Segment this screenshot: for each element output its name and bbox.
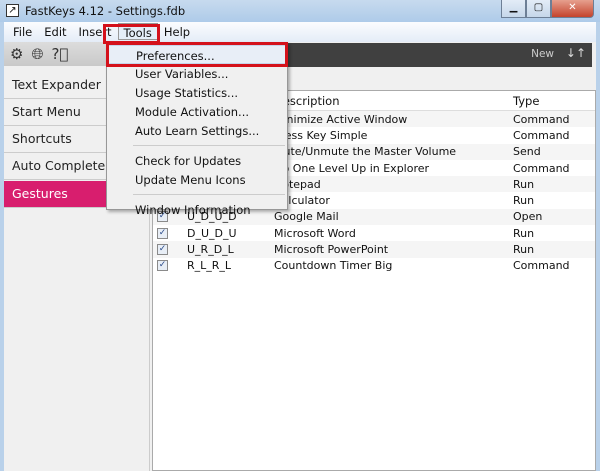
menu-item-update-menu-icons[interactable]: Update Menu Icons [107,170,287,189]
highlight-tools [103,24,160,44]
menu-file[interactable]: File [7,22,38,42]
menu-item-auto-learn-settings[interactable]: Auto Learn Settings... [107,121,287,140]
description-cell: Minimize Active Window [274,112,408,126]
type-cell: Run [513,194,535,208]
type-cell: Run [513,177,535,191]
menu-item-window-information[interactable]: Window Information [107,200,287,219]
enabled-checkbox[interactable]: ✓ [157,244,168,256]
gesture-cell: U_R_D_L [187,243,234,257]
description-cell: Microsoft Word [274,226,356,240]
table-row[interactable]: ✓ R_L_R_L Countdown Timer Big Command [153,258,595,274]
help-icon[interactable]: ?⃝ [51,45,68,63]
header-type[interactable]: Type [513,94,593,110]
table-row[interactable]: ✓ D_U_D_U Microsoft Word Run [153,225,595,241]
menu-item-module-activation[interactable]: Module Activation... [107,102,287,121]
type-cell: Send [513,145,541,159]
minimize-button[interactable]: ▁ [501,0,526,18]
app-icon: ↗ [6,4,19,17]
type-cell: Run [513,226,535,240]
description-cell: Mute/Unmute the Master Volume [274,145,457,159]
type-cell: Open [513,210,543,224]
menu-help[interactable]: Help [158,22,196,42]
description-cell: Countdown Timer Big [274,259,393,273]
menu-separator [133,145,285,146]
description-cell: Press Key Simple [274,128,368,142]
menu-item-usage-statistics[interactable]: Usage Statistics... [107,83,287,102]
type-cell: Command [513,161,570,175]
menu-separator [133,194,285,195]
highlight-preferences [106,42,288,67]
description-cell: Microsoft PowerPoint [274,243,389,257]
type-cell: Command [513,112,570,126]
tools-menu: Preferences... User Variables... Usage S… [106,42,288,217]
gear-icon[interactable]: ⚙ [10,45,23,63]
window-title: FastKeys 4.12 - Settings.fdb [25,4,186,18]
description-cell: Go One Level Up in Explorer [274,161,430,175]
globe-icon[interactable]: 🌐︎ [31,45,43,63]
enabled-checkbox[interactable]: ✓ [157,227,168,239]
table-row[interactable]: ✓ U_R_D_L Microsoft PowerPoint Run [153,241,595,258]
header-description[interactable]: Description [274,94,513,110]
maximize-button[interactable]: ▢ [526,0,551,18]
title-bar: ↗ FastKeys 4.12 - Settings.fdb ▁ ▢ ✕ [0,0,600,22]
gesture-cell: R_L_R_L [187,259,232,273]
type-cell: Run [513,243,535,257]
description-cell: Google Mail [274,210,339,224]
gesture-cell: D_U_D_U [187,226,237,240]
type-cell: Command [513,259,570,273]
menu-edit[interactable]: Edit [38,22,72,42]
close-button[interactable]: ✕ [551,0,594,18]
enabled-checkbox[interactable]: ✓ [157,260,168,272]
new-button[interactable]: New [531,48,554,60]
menu-item-check-updates[interactable]: Check for Updates [107,151,287,170]
description-cell: Calculator [274,194,330,208]
description-cell: Notepad [274,177,321,191]
menu-bar: File Edit Insert Tools Help [4,22,596,42]
type-cell: Command [513,128,570,142]
move-arrows-icon[interactable]: ↓↑ [566,46,586,60]
